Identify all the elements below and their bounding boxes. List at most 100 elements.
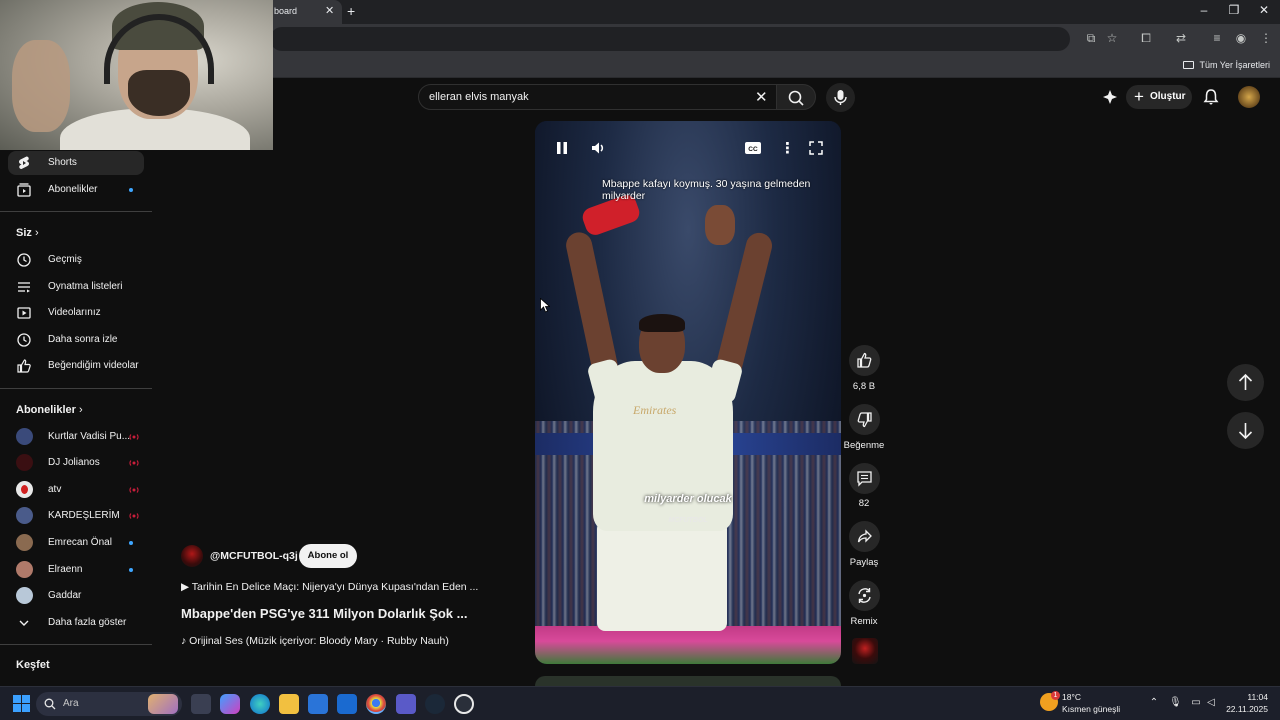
weather-description[interactable]: Kısmen güneşli [1062, 704, 1120, 714]
microphone-icon [834, 90, 847, 105]
profile-icon[interactable]: ◉ [1233, 31, 1249, 47]
minimize-icon[interactable]: – [1194, 3, 1214, 17]
playlist-link[interactable]: ▶ Tarihin En Delice Maçı: Nijerya'yı Dün… [181, 581, 478, 593]
sidebar-item-shorts[interactable]: Shorts [8, 151, 144, 175]
svg-text:CC: CC [748, 146, 758, 153]
teams-icon[interactable] [396, 694, 416, 714]
tray-mic-icon[interactable]: 🎙︎ [1169, 697, 1182, 709]
edge-icon[interactable] [250, 694, 270, 714]
search-input[interactable]: elleran elvis manyak ✕ [418, 84, 780, 110]
next-short-button[interactable] [1227, 412, 1264, 449]
sidebar-divider [0, 644, 152, 645]
like-button[interactable] [849, 345, 880, 376]
taskbar-clock-time[interactable]: 11:04 [1228, 692, 1268, 702]
install-app-icon[interactable]: ⧉ [1083, 31, 1099, 47]
sidebar-section-subscriptions[interactable]: Abonelikler › [16, 404, 83, 416]
sidebar-show-more[interactable]: Daha fazla göster [8, 611, 144, 635]
volume-icon[interactable] [590, 140, 606, 156]
channel-name: Elraenn [48, 564, 83, 575]
notifications-bell-icon[interactable] [1202, 88, 1220, 106]
copilot-icon[interactable] [220, 694, 240, 714]
liked-videos-icon [17, 359, 31, 373]
subscribe-button[interactable]: Abone ol [299, 544, 357, 568]
dislike-button[interactable] [849, 404, 880, 435]
voice-search-button[interactable] [826, 83, 855, 112]
sidebar-channel-item[interactable]: Emrecan Önal [8, 531, 144, 555]
clear-search-icon[interactable]: ✕ [755, 88, 768, 106]
browser-tab[interactable]: board ✕ [262, 0, 342, 24]
sidebar-divider [0, 388, 152, 389]
sidebar-channel-item[interactable]: Elraenn [8, 558, 144, 582]
task-view-icon[interactable] [191, 694, 211, 714]
sidebar-channel-item[interactable]: KARDEŞLERİM [8, 504, 144, 528]
fullscreen-icon[interactable] [808, 140, 824, 156]
sidebar-item-liked-videos[interactable]: Beğendiğim videolar [8, 354, 144, 378]
close-tab-icon[interactable]: ✕ [325, 4, 334, 17]
more-options-icon[interactable]: ⋮ [780, 139, 795, 157]
media-controls-icon[interactable]: ≡ [1209, 31, 1225, 47]
pause-icon[interactable] [554, 140, 570, 156]
sidebar-channel-item[interactable]: DJ Jolianos [8, 451, 144, 475]
sidebar-channel-item[interactable]: Gaddar [8, 584, 144, 608]
audio-track-link[interactable]: ♪ Orijinal Ses (Müzik içeriyor: Bloody M… [181, 635, 449, 647]
comments-button[interactable] [849, 463, 880, 494]
extensions-icon[interactable]: ⧠ [1138, 31, 1154, 47]
translate-icon[interactable]: ⇄ [1173, 31, 1189, 47]
tray-network-icon[interactable]: ▭ [1190, 697, 1202, 709]
tray-volume-icon[interactable]: ◁ [1205, 697, 1217, 709]
channel-handle[interactable]: @MCFUTBOL-q3j [210, 550, 298, 562]
taskbar-clock-date[interactable]: 22.11.2025 [1224, 704, 1268, 714]
weather-temperature[interactable]: 18°C [1062, 692, 1081, 702]
store-icon[interactable] [308, 694, 328, 714]
channel-thumbnail[interactable] [852, 638, 878, 664]
new-tab-icon[interactable]: + [347, 3, 355, 19]
ai-sparkle-icon[interactable] [1102, 89, 1118, 105]
browser-menu-icon[interactable]: ⋮ [1258, 31, 1274, 47]
channel-avatar[interactable] [181, 545, 203, 567]
taskbar-search-placeholder: Ara [63, 698, 79, 709]
bookmark-star-icon[interactable]: ☆ [1104, 31, 1120, 47]
sidebar-item-watch-later[interactable]: Daha sonra izle [8, 328, 144, 352]
sidebar-item-playlists[interactable]: Oynatma listeleri [8, 275, 144, 299]
create-button[interactable]: + Oluştur [1126, 85, 1192, 109]
app-icon[interactable] [454, 694, 474, 714]
channel-name: Emrecan Önal [48, 537, 112, 548]
sidebar-channel-item[interactable]: Kurtlar Vadisi Pu... [8, 425, 144, 449]
video-player-hair [639, 314, 685, 332]
tray-overflow-icon[interactable]: ⌃ [1148, 697, 1160, 709]
restore-icon[interactable]: ❐ [1224, 3, 1244, 17]
remix-button[interactable] [849, 580, 880, 611]
captions-icon[interactable]: CC [744, 140, 762, 156]
search-button[interactable] [776, 84, 816, 110]
all-bookmarks-button[interactable]: Tüm Yer İşaretleri [1183, 60, 1270, 70]
account-avatar[interactable] [1238, 86, 1260, 108]
steam-icon[interactable] [425, 694, 445, 714]
channel-name: DJ Jolianos [48, 457, 100, 468]
chrome-icon[interactable] [366, 694, 386, 714]
previous-short-button[interactable] [1227, 364, 1264, 401]
address-bar[interactable] [270, 27, 1070, 51]
sidebar-item-label: Shorts [48, 157, 77, 168]
windows-start-icon[interactable] [13, 695, 30, 712]
sidebar-item-history[interactable]: Geçmiş [8, 248, 144, 272]
channel-name: Kurtlar Vadisi Pu... [48, 431, 131, 442]
sidebar-item-your-videos[interactable]: Videolarınız [8, 301, 144, 325]
channel-avatar [16, 561, 33, 578]
subscriptions-icon [17, 183, 31, 197]
taskbar-search[interactable]: Ara [36, 692, 182, 716]
live-icon [129, 434, 139, 440]
sidebar-item-subscriptions[interactable]: Abonelikler [8, 178, 144, 202]
sidebar-section-you[interactable]: Siz › [16, 227, 39, 239]
close-window-icon[interactable]: ✕ [1254, 3, 1274, 17]
plus-icon: + [1134, 87, 1144, 106]
sidebar-channel-item[interactable]: atv [8, 478, 144, 502]
new-content-dot [129, 188, 133, 192]
search-icon [788, 90, 804, 106]
comment-icon [857, 471, 872, 487]
share-button[interactable] [849, 521, 880, 552]
outlook-icon[interactable] [337, 694, 357, 714]
file-explorer-icon[interactable] [279, 694, 299, 714]
video-title[interactable]: Mbappe'den PSG'ye 311 Milyon Dolarlık Şo… [181, 606, 468, 621]
channel-avatar [16, 507, 33, 524]
short-video-player[interactable]: Emirates CC ⋮ Mbappe kafayı koymuş. 30 y… [535, 121, 841, 664]
